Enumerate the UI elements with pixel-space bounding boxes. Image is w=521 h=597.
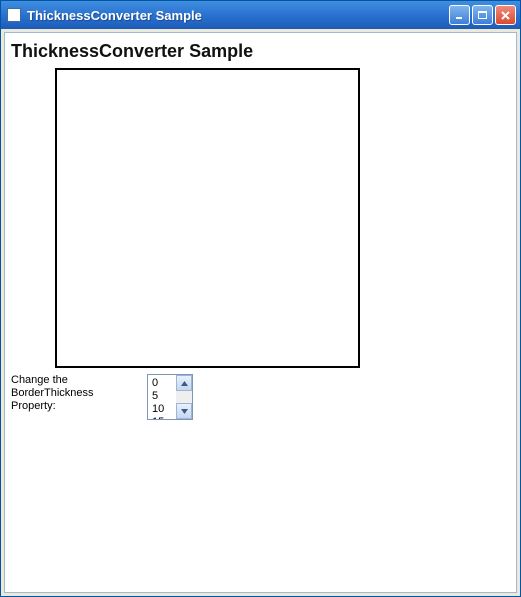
titlebar[interactable]: ThicknessConverter Sample (1, 1, 520, 29)
window-controls (449, 5, 516, 25)
list-item[interactable]: 15 (152, 416, 172, 419)
border-preview-container (55, 68, 510, 368)
app-window: ThicknessConverter Sample ThicknessConve… (0, 0, 521, 597)
listbox-scrollbar[interactable] (176, 375, 192, 419)
scroll-track[interactable] (176, 391, 192, 403)
client-area: ThicknessConverter Sample Change the Bor… (4, 32, 517, 593)
border-preview (55, 68, 360, 368)
scroll-down-button[interactable] (176, 403, 192, 419)
list-item[interactable]: 0 (152, 377, 172, 390)
minimize-button[interactable] (449, 5, 470, 25)
app-icon (7, 8, 21, 22)
close-button[interactable] (495, 5, 516, 25)
list-item[interactable]: 5 (152, 390, 172, 403)
maximize-button[interactable] (472, 5, 493, 25)
thickness-listbox[interactable]: 0 5 10 15 (147, 374, 193, 420)
scroll-up-button[interactable] (176, 375, 192, 391)
controls-row: Change the BorderThickness Property: 0 5… (11, 374, 510, 420)
list-item[interactable]: 10 (152, 403, 172, 416)
window-title: ThicknessConverter Sample (27, 8, 443, 23)
listbox-items[interactable]: 0 5 10 15 (148, 375, 176, 419)
thickness-label: Change the BorderThickness Property: (11, 374, 105, 413)
page-title: ThicknessConverter Sample (11, 41, 510, 62)
